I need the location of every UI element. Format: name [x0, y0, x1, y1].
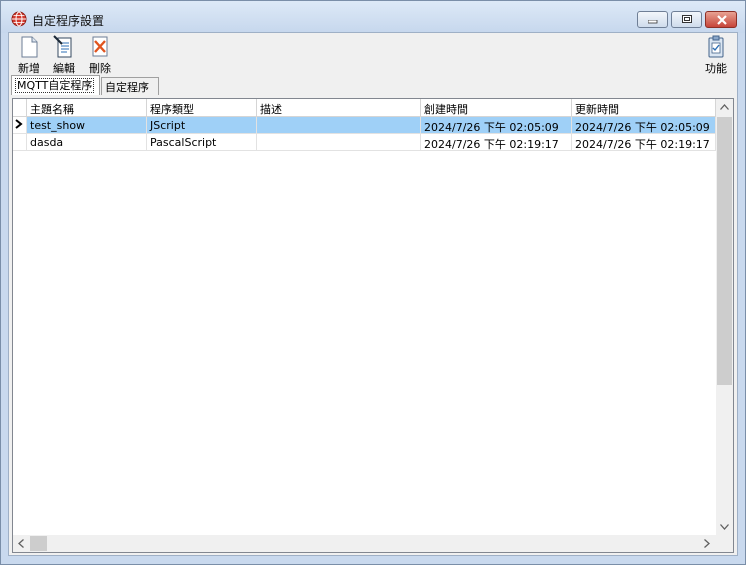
cell-created-time[interactable]: 2024/7/26 下午 02:05:09 — [421, 117, 572, 134]
column-header-label: 描述 — [260, 103, 282, 116]
edit-label: 編輯 — [53, 62, 75, 75]
delete-button[interactable]: 刪除 — [89, 35, 111, 76]
column-header-label: 創建時間 — [424, 103, 468, 116]
current-row-indicator — [13, 117, 27, 134]
delete-document-icon — [92, 36, 108, 57]
scroll-down-icon[interactable] — [720, 524, 729, 530]
cell-updated-time[interactable]: 2024/7/26 下午 02:05:09 — [572, 117, 716, 134]
globe-icon — [11, 11, 27, 27]
edit-document-icon — [53, 35, 72, 58]
new-document-icon — [21, 36, 38, 58]
window-title: 自定程序設置 — [32, 14, 105, 28]
column-header-program-type[interactable]: 程序類型 — [147, 99, 257, 117]
column-header-label: 更新時間 — [575, 103, 619, 116]
vertical-scrollbar[interactable] — [716, 99, 733, 535]
cell-description[interactable] — [257, 117, 421, 134]
new-label: 新增 — [18, 62, 40, 75]
delete-label: 刪除 — [89, 62, 111, 75]
tab-label: MQTT自定程序 — [15, 78, 95, 93]
cell-program-type[interactable]: PascalScript — [147, 134, 257, 151]
minimize-button[interactable] — [637, 11, 668, 28]
column-header-description[interactable]: 描述 — [257, 99, 421, 117]
column-header-updated-time[interactable]: 更新時間 — [572, 99, 716, 117]
cell-topic-name[interactable]: test_show — [27, 117, 147, 134]
edit-button[interactable]: 編輯 — [53, 35, 75, 76]
column-header-label: 主題名稱 — [30, 103, 74, 116]
tab-mqtt-custom-program[interactable]: MQTT自定程序 — [11, 75, 100, 95]
horizontal-scrollbar[interactable] — [13, 535, 716, 552]
cell-description[interactable] — [257, 134, 421, 151]
close-button[interactable] — [705, 11, 737, 28]
tab-label: 自定程序 — [105, 81, 149, 94]
maximize-icon — [682, 15, 692, 23]
cell-updated-time[interactable]: 2024/7/26 下午 02:19:17 — [572, 134, 716, 151]
program-grid[interactable]: 主題名稱 程序類型 描述 創建時間 更新時間 test_show JScript… — [12, 98, 734, 553]
cell-program-type[interactable]: JScript — [147, 117, 257, 134]
scroll-left-icon[interactable] — [18, 539, 24, 548]
vertical-scroll-thumb[interactable] — [717, 117, 732, 385]
close-icon — [717, 15, 727, 25]
column-header-label: 程序類型 — [150, 103, 194, 116]
app-window: 自定程序設置 新增 編輯 刪除 功能 MQTT自定程序 自定程序 主題名稱 程序… — [0, 0, 746, 565]
maximize-button[interactable] — [671, 11, 702, 28]
row-indicator — [13, 134, 27, 151]
horizontal-scroll-thumb[interactable] — [30, 536, 47, 551]
title-bar[interactable]: 自定程序設置 — [1, 1, 745, 33]
cell-created-time[interactable]: 2024/7/26 下午 02:19:17 — [421, 134, 572, 151]
tab-custom-program[interactable]: 自定程序 — [101, 77, 159, 95]
minimize-icon — [648, 20, 658, 24]
scroll-right-icon[interactable] — [704, 539, 710, 548]
function-label: 功能 — [705, 62, 727, 75]
indicator-header — [13, 99, 27, 117]
client-area: 新增 編輯 刪除 功能 MQTT自定程序 自定程序 主題名稱 程序類型 描述 創… — [8, 32, 738, 556]
clipboard-icon — [708, 35, 724, 58]
cell-topic-name[interactable]: dasda — [27, 134, 147, 151]
scrollbar-corner — [716, 535, 733, 552]
new-button[interactable]: 新增 — [18, 35, 40, 76]
column-header-created-time[interactable]: 創建時間 — [421, 99, 572, 117]
column-header-topic-name[interactable]: 主題名稱 — [27, 99, 147, 117]
row-pointer-icon — [15, 119, 23, 129]
function-button[interactable]: 功能 — [705, 35, 727, 76]
scroll-up-icon[interactable] — [720, 104, 729, 110]
